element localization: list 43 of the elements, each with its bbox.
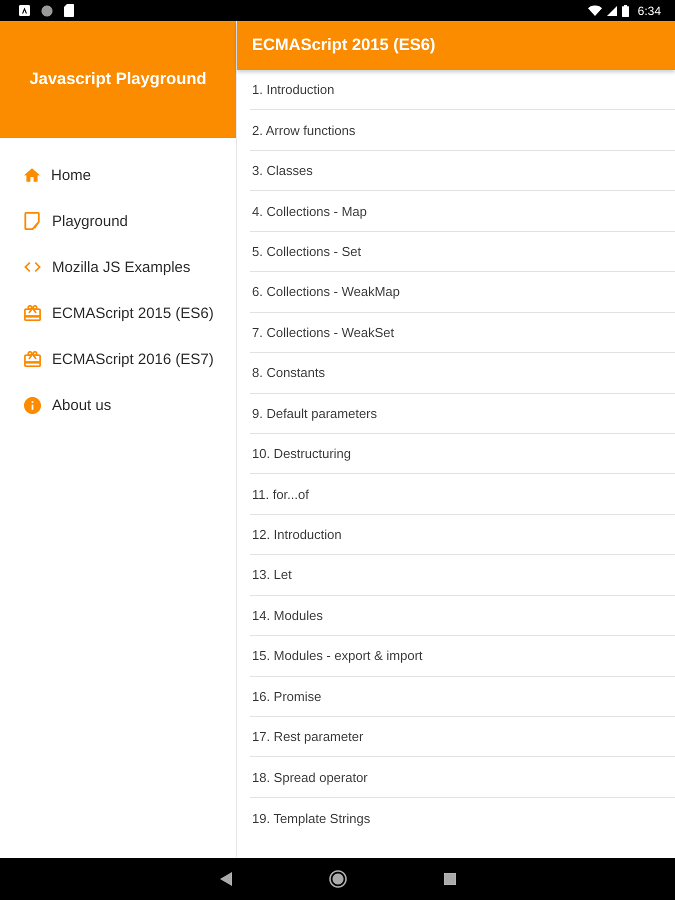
list-item[interactable]: 18. Spread operator [250, 757, 675, 798]
list-item[interactable]: 9. Default parameters [250, 394, 675, 434]
home-circle-icon [328, 870, 346, 888]
list-item[interactable]: 3. Classes [250, 150, 675, 192]
notification-icon [19, 5, 30, 16]
code-icon [24, 262, 41, 272]
drawer-item[interactable]: About us [0, 382, 236, 428]
list-item[interactable]: 6. Collections - WeakMap [250, 272, 675, 313]
list-item[interactable]: 11. for...of [250, 474, 675, 515]
list-item[interactable]: 16. Promise [250, 676, 675, 717]
list-item[interactable]: 14. Modules [250, 596, 675, 636]
list-item[interactable]: 7. Collections - WeakSet [250, 312, 675, 354]
list-item[interactable]: 12. Introduction [250, 514, 675, 556]
list-item[interactable]: 19. Template Strings [250, 798, 675, 838]
list-item[interactable]: 10. Destructuring [250, 434, 675, 474]
battery-icon [622, 4, 629, 16]
wifi-icon [588, 5, 602, 16]
circle-icon [41, 4, 53, 16]
list-item[interactable]: 1. Introduction [250, 70, 675, 110]
drawer-item[interactable]: ECMAScript 2016 (ES7) [0, 336, 236, 382]
gift-icon [24, 351, 41, 367]
signal-icon [606, 6, 617, 16]
info-icon [24, 396, 41, 414]
list-item[interactable]: 4. Collections - Map [250, 191, 675, 232]
drawer-item[interactable]: Playground [0, 198, 236, 244]
drawer-item[interactable]: Mozilla JS Examples [0, 244, 236, 290]
list-item[interactable]: 5. Collections - Set [250, 232, 675, 272]
sd-card-icon [64, 4, 74, 17]
list-item[interactable]: 17. Rest parameter [250, 717, 675, 758]
drawer-title: Javascript Playground [30, 70, 206, 89]
status-time: 6:34 [638, 4, 661, 18]
list-item[interactable]: 8. Constants [250, 353, 675, 394]
list-item[interactable]: 13. Let [250, 555, 675, 596]
note-icon [24, 212, 41, 230]
home-icon [24, 168, 40, 182]
list-item[interactable]: 15. Modules - export & import [250, 636, 675, 677]
drawer-item[interactable]: Home [0, 152, 236, 198]
square-icon [444, 873, 456, 885]
list-item[interactable]: 2. Arrow functions [250, 110, 675, 151]
back-icon [220, 872, 232, 886]
drawer-item[interactable]: ECMAScript 2015 (ES6) [0, 290, 236, 336]
gift-icon [24, 305, 41, 321]
app-bar-title: ECMAScript 2015 (ES6) [252, 36, 436, 55]
